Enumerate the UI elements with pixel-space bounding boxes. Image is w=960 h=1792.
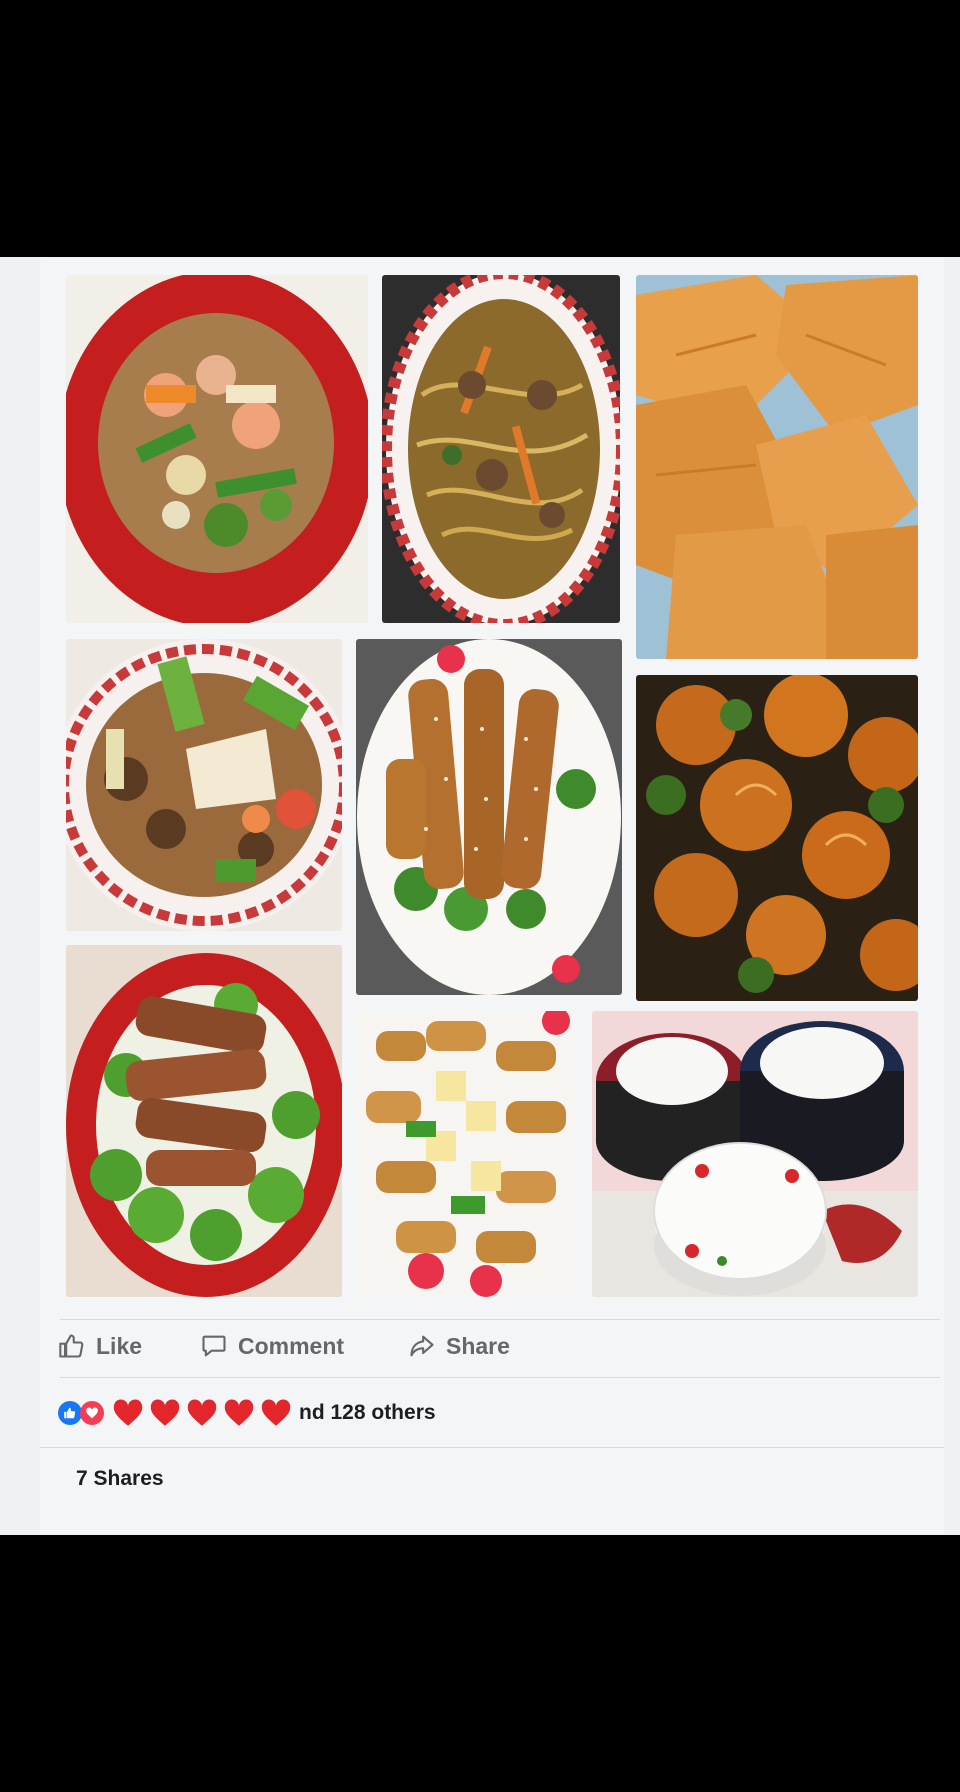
divider [40,1447,944,1448]
love-reaction-icon [80,1401,104,1425]
comment-label: Comment [238,1332,345,1359]
heart-icon [261,1399,291,1426]
share-arrow-icon [410,1335,434,1357]
photo-general-tso-chicken[interactable] [636,675,918,1001]
heart-icon [150,1399,180,1426]
photo-fried-wontons[interactable] [636,275,918,659]
photo-sweet-sour-chicken[interactable] [356,1011,578,1297]
share-label: Share [446,1332,510,1359]
heart-icon [113,1399,143,1426]
post-actions: Like Comment Share [40,1317,944,1375]
photo-sesame-chicken[interactable] [356,639,622,995]
photo-teriyaki-chicken-broccoli[interactable] [66,945,342,1297]
photo-plates-stack[interactable] [592,1011,918,1297]
thumbs-up-icon [59,1334,84,1358]
share-button[interactable]: Share [408,1327,510,1365]
reactions-count-text: nd 128 others [299,1401,436,1424]
like-reaction-icon [58,1401,82,1425]
photo-lo-mein[interactable] [382,275,620,623]
divider [60,1377,940,1378]
like-label: Like [96,1332,143,1359]
screenshot-area: Like Comment Share nd 128 others 7 Share… [0,257,960,1535]
shares-count[interactable]: 7 Shares [76,1467,164,1491]
heart-icon [224,1399,254,1426]
like-button[interactable]: Like [58,1327,142,1365]
comment-icon [202,1335,226,1357]
redaction-hearts [110,1396,295,1430]
reactions-summary[interactable]: nd 128 others [58,1393,436,1433]
photo-shrimp-vegetables[interactable] [66,275,368,623]
post-card: Like Comment Share nd 128 others 7 Share… [40,257,944,1535]
photo-pepper-steak[interactable] [66,639,342,931]
heart-icon [187,1399,217,1426]
comment-button[interactable]: Comment [200,1327,344,1365]
